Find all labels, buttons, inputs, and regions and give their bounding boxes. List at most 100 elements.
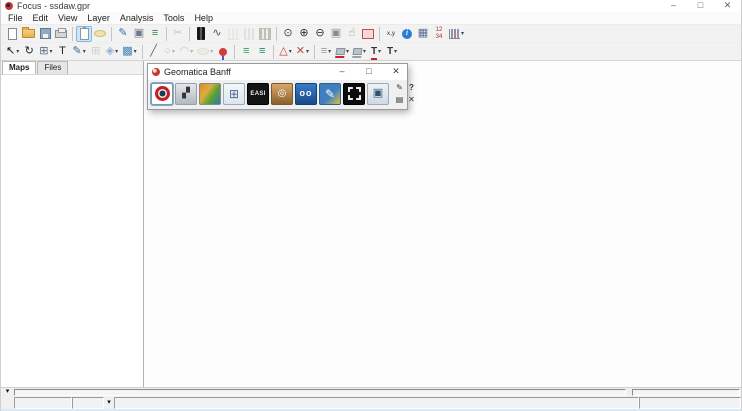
clipboard-button[interactable] bbox=[76, 26, 92, 42]
menu-edit[interactable]: Edit bbox=[28, 12, 54, 25]
open-button[interactable] bbox=[20, 26, 37, 42]
select-tool-button[interactable]: ↖▾ bbox=[4, 44, 21, 60]
title-bar: Focus - ssdaw.gpr –□✕ bbox=[1, 0, 741, 12]
dropdown-arrow-icon: ▾ bbox=[363, 49, 366, 55]
shape-tool-button[interactable]: ○▾ bbox=[162, 44, 178, 60]
printer-icon bbox=[55, 30, 67, 38]
image-tool-button[interactable]: ▩▾ bbox=[120, 44, 138, 60]
layer-stack-button[interactable]: ≡ bbox=[238, 44, 254, 60]
sidebar-tabs: MapsFiles bbox=[1, 61, 143, 75]
banff-close-button[interactable]: ✕ bbox=[391, 66, 401, 78]
scroll-dropdown-button[interactable]: ▾ bbox=[1, 388, 14, 396]
focus-app-window: Focus - ssdaw.gpr –□✕ FileEditViewLayerA… bbox=[0, 0, 742, 411]
banff-mosaic-button[interactable] bbox=[343, 83, 365, 105]
pin-tool-button[interactable] bbox=[215, 44, 231, 60]
minimize-button[interactable]: – bbox=[660, 0, 687, 12]
banff-minimize-button[interactable]: – bbox=[337, 66, 347, 78]
new-project-button[interactable] bbox=[4, 26, 20, 42]
banff-explorer-button[interactable]: ◎ bbox=[271, 83, 293, 105]
coordinate-button[interactable]: x,y bbox=[383, 26, 399, 42]
layers-button[interactable]: ≡ bbox=[147, 26, 163, 42]
snap-grid-button[interactable]: ⊞▾ bbox=[37, 44, 54, 60]
info-button[interactable]: i bbox=[399, 26, 415, 42]
scale-button[interactable]: 12 34 bbox=[431, 26, 447, 42]
enhance-linear-button[interactable] bbox=[225, 26, 241, 42]
layer-merge-button[interactable]: ≡ bbox=[254, 44, 270, 60]
fill-style-button[interactable]: ▾ bbox=[351, 44, 368, 60]
print-button[interactable] bbox=[53, 26, 69, 42]
text-tool-button[interactable]: T bbox=[54, 44, 70, 60]
menu-tools[interactable]: Tools bbox=[158, 12, 189, 25]
banff-small-tools: ✎?▤✕ bbox=[394, 82, 417, 105]
banff-map-button[interactable] bbox=[199, 83, 221, 105]
chart-button[interactable]: ▾ bbox=[447, 26, 466, 42]
banff-title-bar[interactable]: Geomatica Banff –□✕ bbox=[148, 64, 407, 80]
dropdown-arrow-icon: ▾ bbox=[328, 49, 331, 55]
save-button[interactable] bbox=[37, 26, 53, 42]
fill-color-button[interactable]: ▾ bbox=[334, 44, 351, 60]
banff-sketch-button[interactable]: ✎ bbox=[319, 83, 341, 105]
highlight-tool-button[interactable]: ▾ bbox=[195, 44, 215, 60]
measure-button[interactable]: △▾ bbox=[277, 44, 293, 60]
zoom-in-button[interactable]: ⊕ bbox=[296, 26, 312, 42]
line-tool-button[interactable]: ╱ bbox=[146, 44, 162, 60]
font-color-button[interactable]: T▾ bbox=[368, 44, 384, 60]
draw-tool-button[interactable]: ✎▾ bbox=[70, 44, 87, 60]
pan-button[interactable]: ☝ bbox=[344, 26, 360, 42]
menu-bar: FileEditViewLayerAnalysisToolsHelp bbox=[1, 12, 741, 25]
window-controls: –□✕ bbox=[660, 0, 741, 12]
banff-raster-tools-button[interactable]: ▣ bbox=[367, 83, 389, 105]
dropdown-arrow-icon: ▾ bbox=[172, 49, 175, 55]
banff-modeler-button[interactable]: ⊞ bbox=[223, 83, 245, 105]
banff-focus-button[interactable] bbox=[151, 83, 173, 105]
attribute-table-button[interactable]: ▦ bbox=[415, 26, 431, 42]
clip-button[interactable]: ✕▾ bbox=[294, 44, 311, 60]
menu-view[interactable]: View bbox=[53, 12, 82, 25]
bucket-gray-icon bbox=[352, 48, 362, 55]
text-style-button[interactable]: T▾ bbox=[384, 44, 400, 60]
tab-maps[interactable]: Maps bbox=[2, 61, 36, 74]
banff-easi-button[interactable]: EASI bbox=[247, 83, 269, 105]
secondary-horizontal-scrollbar[interactable] bbox=[632, 389, 740, 396]
rotate-tool-button[interactable]: ↻ bbox=[21, 44, 37, 60]
menu-layer[interactable]: Layer bbox=[82, 12, 115, 25]
menu-file[interactable]: File bbox=[3, 12, 28, 25]
banff-orthoengine-button[interactable]: ▞ bbox=[175, 83, 197, 105]
status-bar: ▾ bbox=[1, 396, 741, 409]
maps-tree-panel[interactable] bbox=[1, 75, 143, 387]
menu-help[interactable]: Help bbox=[189, 12, 218, 25]
banff-help-button[interactable]: ? bbox=[406, 82, 417, 93]
tab-files[interactable]: Files bbox=[37, 61, 68, 74]
canvas-horizontal-scrollbar[interactable] bbox=[14, 389, 626, 396]
maximize-button[interactable]: □ bbox=[687, 0, 714, 12]
status-dropdown-button[interactable]: ▾ bbox=[104, 397, 114, 409]
new-view-button[interactable]: ▣ bbox=[131, 26, 147, 42]
window-title: Focus - ssdaw.gpr bbox=[17, 0, 90, 12]
enhance-match-button[interactable] bbox=[257, 26, 273, 42]
curve-enhance-button[interactable]: ∿ bbox=[209, 26, 225, 42]
zoom-out-button[interactable]: ⊖ bbox=[312, 26, 328, 42]
stamp-button[interactable] bbox=[92, 26, 108, 42]
dropdown-arrow-icon: ▾ bbox=[210, 49, 213, 55]
arc-tool-button[interactable]: ◠▾ bbox=[178, 44, 196, 60]
enhance-root-button[interactable] bbox=[241, 26, 257, 42]
link-tool-button[interactable]: ◈▾ bbox=[104, 44, 120, 60]
line-style-button[interactable]: ≡▾ bbox=[318, 44, 334, 60]
cut-button[interactable]: ✂ bbox=[170, 26, 186, 42]
banff-window-controls: – □ ✕ bbox=[337, 66, 401, 78]
graticule-button[interactable]: ⊞ bbox=[88, 44, 104, 60]
annotate-button[interactable]: ✎ bbox=[115, 26, 131, 42]
banff-notes-button[interactable]: ✎ bbox=[394, 82, 405, 93]
lut-button[interactable] bbox=[193, 26, 209, 42]
menu-analysis[interactable]: Analysis bbox=[115, 12, 159, 25]
zoom-overview-button[interactable]: ▣ bbox=[328, 26, 344, 42]
banff-exit-button[interactable]: ✕ bbox=[406, 94, 417, 105]
banff-window-button[interactable]: ▤ bbox=[394, 94, 405, 105]
banff-fly-button[interactable]: oo bbox=[295, 83, 317, 105]
zoom-actual-button[interactable]: ⊙ bbox=[280, 26, 296, 42]
zoom-aoi-button[interactable] bbox=[360, 26, 376, 42]
close-button[interactable]: ✕ bbox=[714, 0, 741, 12]
lut-icon bbox=[197, 27, 205, 40]
banff-maximize-button[interactable]: □ bbox=[364, 66, 374, 78]
folder-icon bbox=[22, 29, 35, 38]
